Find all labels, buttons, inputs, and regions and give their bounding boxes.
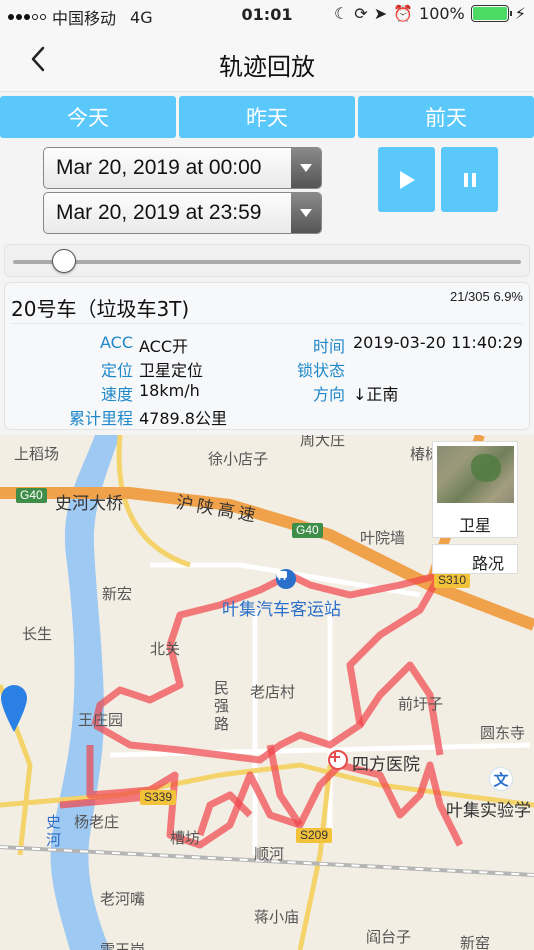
charging-icon: ⚡ — [514, 4, 526, 23]
school-icon[interactable]: 文 — [489, 767, 513, 791]
map-label: 杨老庄 — [74, 813, 120, 831]
map-label: 史河 — [46, 813, 62, 849]
map-label: 蒋小庙 — [254, 908, 300, 926]
map-label: 前圩子 — [398, 695, 444, 713]
map-label: 顺河 — [254, 845, 285, 863]
acc-value: ACC开 — [139, 337, 189, 356]
status-bar: 中国移动 4G 01:01 ☾ ⟳ ➤ ⏰ 100% ⚡ — [0, 0, 534, 30]
map-label: 老河嘴 — [100, 890, 146, 908]
chevron-down-icon[interactable] — [291, 193, 321, 233]
map-label: 圆东寺 — [480, 724, 526, 742]
tab-yesterday[interactable]: 昨天 — [179, 96, 355, 138]
chevron-down-icon[interactable] — [291, 148, 321, 188]
satellite-toggle-button[interactable]: 卫星 — [432, 441, 518, 538]
map-label: 叶集汽车客运站 — [222, 600, 341, 620]
orientation-lock-icon: ⟳ — [354, 4, 368, 23]
location-pin-icon[interactable] — [0, 684, 28, 734]
tab-today[interactable]: 今天 — [0, 96, 176, 138]
vehicle-info-panel: 20号车（垃圾车3T) 21/305 6.9% ACC ACC开 时间 2019… — [4, 282, 530, 430]
bus-station-icon[interactable] — [276, 569, 296, 589]
navigation-bar: 轨迹回放 — [0, 30, 534, 92]
map-label: 徐小店子 — [208, 450, 269, 468]
page-title: 轨迹回放 — [219, 53, 315, 81]
map-label: 四方医院 — [352, 755, 420, 775]
moon-icon: ☾ — [333, 4, 349, 23]
acc-label: ACC — [99, 333, 133, 352]
mileage-label: 累计里程 — [68, 409, 133, 428]
pause-button[interactable] — [441, 147, 498, 212]
map-label: 叶集实验学 — [446, 801, 531, 821]
traffic-label: 路况 — [471, 554, 504, 573]
positioning-label: 定位 — [100, 361, 133, 380]
map-label: 史河大桥 — [55, 494, 123, 514]
satellite-label: 卫星 — [458, 516, 491, 535]
positioning-value: 卫星定位 — [139, 361, 204, 380]
map-label: 新窑 — [460, 934, 491, 950]
location-arrow-icon: ➤ — [373, 4, 388, 23]
tab-day-before[interactable]: 前天 — [358, 96, 534, 138]
play-icon — [399, 170, 415, 189]
start-date-value: Mar 20, 2019 at 00:00 — [56, 156, 262, 179]
map-label: 阎台子 — [366, 928, 412, 946]
playback-progress: 21/305 6.9% — [449, 289, 523, 304]
lock-status-label: 锁状态 — [296, 361, 345, 380]
alarm-icon: ⏰ — [393, 4, 414, 23]
map-label: 槽坊 — [170, 829, 201, 847]
mileage-value: 4789.8公里 — [139, 409, 227, 428]
day-tabs: 今天 昨天 前天 — [0, 96, 534, 138]
direction-label: 方向 — [312, 385, 345, 404]
satellite-thumbnail — [437, 446, 514, 503]
road-shield: G40 — [16, 488, 47, 503]
battery-percent: 100% — [419, 4, 465, 23]
road-shield: S310 — [434, 573, 471, 588]
map-label: 叶院墙 — [360, 529, 406, 547]
time-label: 时间 — [312, 337, 345, 356]
time-value: 2019-03-20 11:40:29 — [353, 333, 523, 352]
road-shield: S339 — [140, 790, 177, 805]
slider-thumb[interactable] — [52, 249, 77, 273]
hospital-icon[interactable] — [328, 750, 348, 770]
slider-track[interactable] — [13, 260, 521, 264]
road-shield: G40 — [292, 523, 323, 538]
map-label: 北关 — [150, 640, 181, 658]
traffic-toggle-button[interactable]: 路况 — [432, 544, 518, 574]
map-label: 周大庄 — [300, 435, 346, 449]
vehicle-name: 20号车（垃圾车3T) — [11, 297, 190, 321]
speed-value: 18km/h — [139, 381, 200, 400]
end-date-picker[interactable]: Mar 20, 2019 at 23:59 — [43, 192, 322, 234]
divider — [11, 323, 523, 324]
map-label: 雪王岗 — [100, 941, 146, 950]
play-button[interactable] — [378, 147, 435, 212]
map-label: 新宏 — [102, 585, 133, 603]
map-label: 上稻场 — [14, 445, 60, 463]
map-label: 民强路 — [214, 679, 230, 733]
pause-icon — [463, 172, 476, 187]
end-date-value: Mar 20, 2019 at 23:59 — [56, 201, 262, 224]
playback-slider[interactable] — [4, 244, 530, 277]
map-label: 老店村 — [250, 683, 296, 701]
battery-icon — [470, 5, 512, 22]
map-label: 长生 — [22, 625, 53, 643]
speed-label: 速度 — [100, 385, 133, 404]
direction-value: ↓正南 — [353, 385, 399, 404]
road-shield: S209 — [296, 828, 333, 843]
start-date-picker[interactable]: Mar 20, 2019 at 00:00 — [43, 147, 322, 189]
map-label: 王庄园 — [78, 711, 124, 729]
